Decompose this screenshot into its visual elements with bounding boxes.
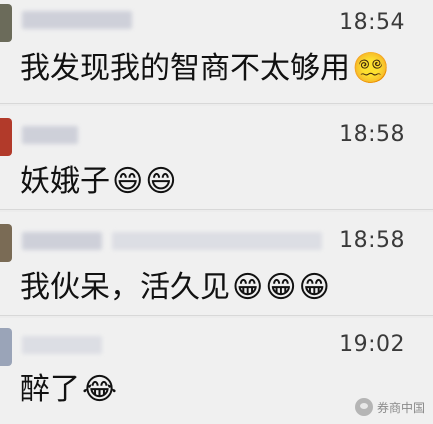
- sender-name-blurred: [22, 232, 102, 250]
- message-timestamp: 19:02: [339, 332, 405, 357]
- message-timestamp: 18:58: [339, 228, 405, 253]
- sender-name-blurred: [22, 336, 102, 354]
- message-text: 妖娥子: [20, 164, 110, 199]
- avatar[interactable]: [0, 4, 12, 42]
- message-timestamp: 18:58: [339, 122, 405, 147]
- message-text: 醉了: [20, 372, 80, 407]
- message-text: 我发现我的智商不太够用: [20, 51, 350, 86]
- avatar[interactable]: [0, 328, 12, 366]
- grinning-face-icon: 😁: [265, 270, 297, 305]
- message-text: 我伙呆，活久见: [20, 270, 230, 305]
- chat-message-row[interactable]: 18:58 我伙呆，活久见😁😁😁: [0, 212, 433, 316]
- avatar[interactable]: [0, 224, 12, 262]
- grinning-face-icon: 😁: [232, 270, 264, 305]
- smiling-face-icon: 😄: [112, 164, 144, 199]
- smiling-face-icon: 😄: [145, 164, 177, 199]
- tears-of-joy-face-icon: 😂: [82, 372, 118, 407]
- watermark: 券商中国: [354, 398, 425, 416]
- chat-message-row[interactable]: 18:58 妖娥子😄😄: [0, 106, 433, 210]
- avatar[interactable]: [0, 118, 12, 156]
- sender-name-blurred: [22, 126, 78, 144]
- dizzy-face-icon: 😵‍💫: [352, 51, 390, 86]
- watermark-text: 券商中国: [376, 400, 425, 415]
- sender-name-blurred: [112, 232, 322, 250]
- sender-name-blurred: [22, 11, 132, 29]
- grinning-face-icon: 😁: [298, 270, 330, 305]
- message-timestamp: 18:54: [339, 10, 405, 35]
- message-text-line: 我伙呆，活久见😁😁😁: [20, 268, 330, 308]
- message-text-line: 我发现我的智商不太够用😵‍💫: [20, 49, 389, 89]
- wechat-logo-icon: [354, 398, 373, 416]
- message-text-line: 妖娥子😄😄: [20, 162, 177, 202]
- chat-message-row[interactable]: 18:54 我发现我的智商不太够用😵‍💫: [0, 0, 433, 104]
- message-text-line: 醉了😂: [20, 370, 117, 410]
